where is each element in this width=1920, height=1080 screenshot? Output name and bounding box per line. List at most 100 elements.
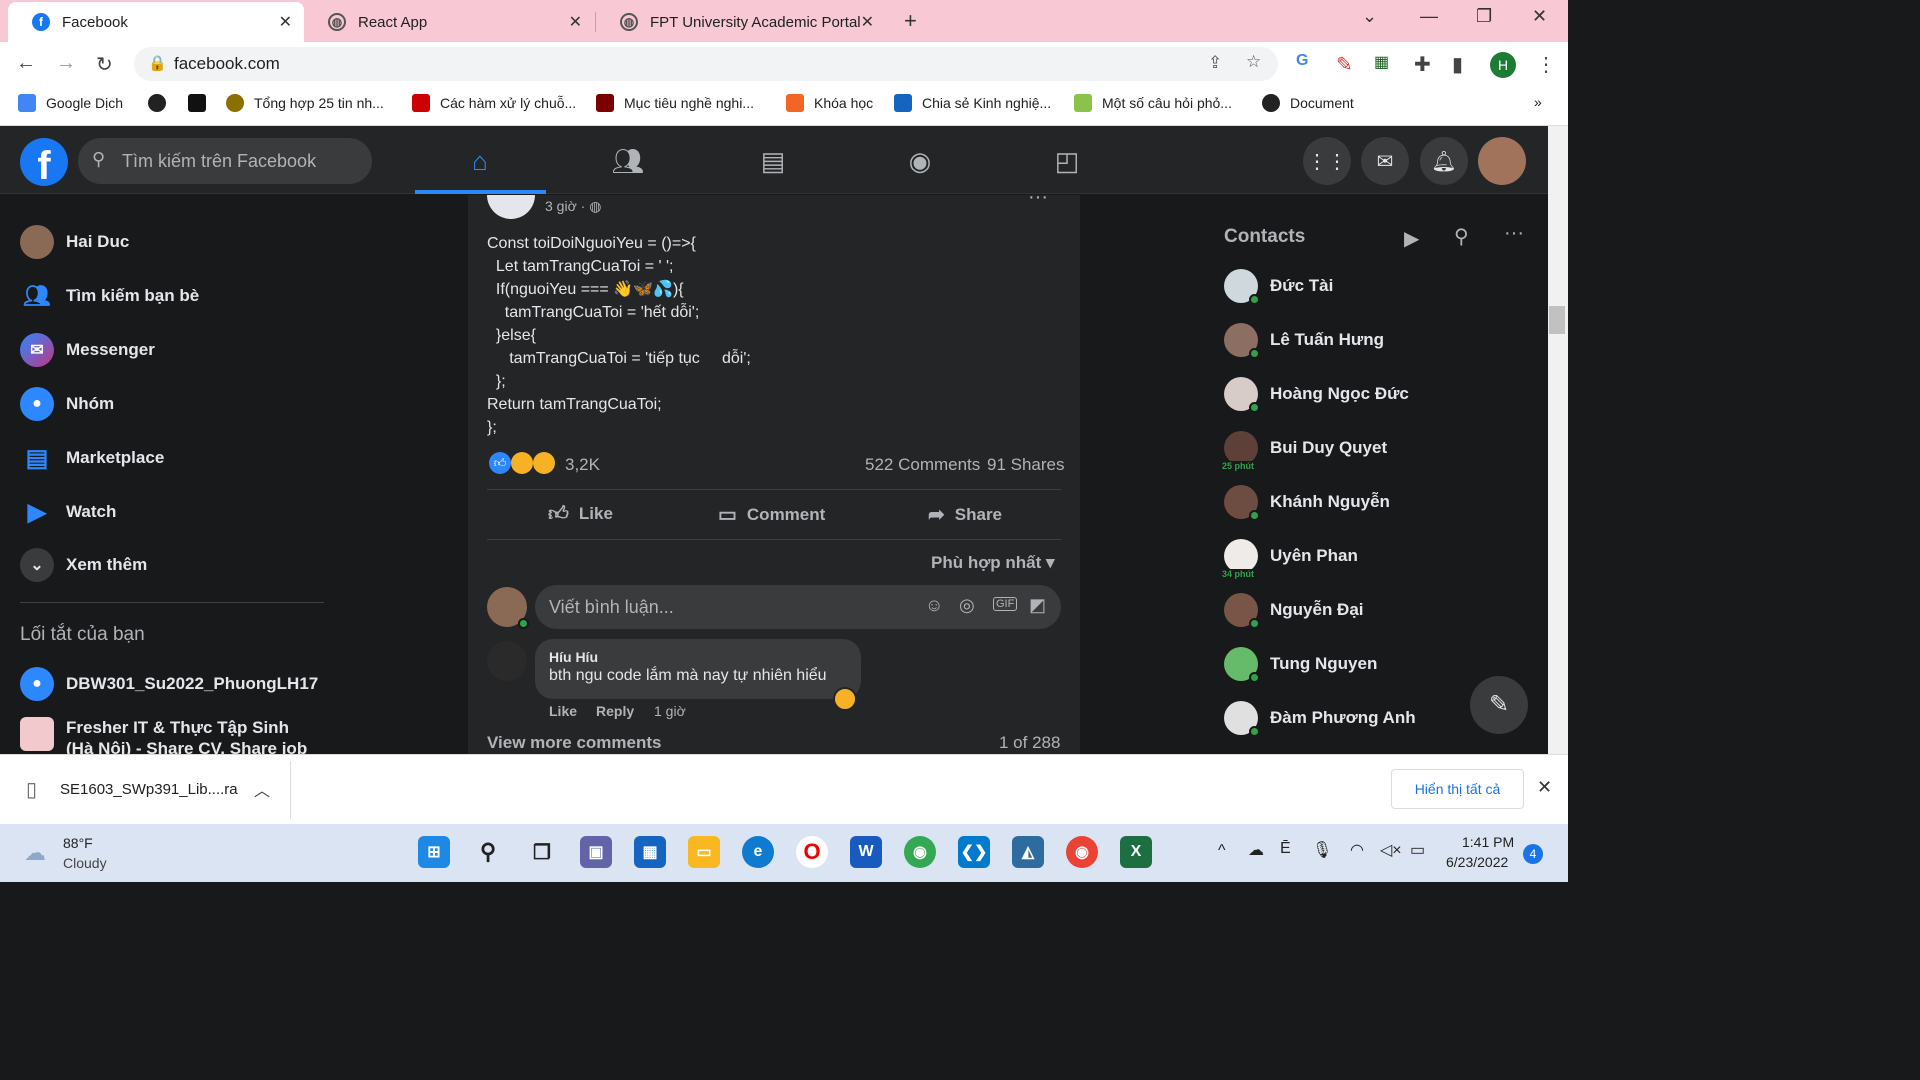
- search-icon[interactable]: ⚲: [1454, 224, 1469, 249]
- opera-icon[interactable]: O: [796, 836, 828, 868]
- show-all-downloads-button[interactable]: Hiển thị tất cả: [1391, 769, 1524, 809]
- microphone-icon[interactable]: 🎙︎: [1312, 840, 1332, 860]
- tab-search-icon[interactable]: ⌄: [1362, 6, 1377, 27]
- task-view-icon[interactable]: ❐: [526, 836, 558, 868]
- new-tab-icon[interactable]: +: [904, 8, 917, 34]
- nav-friends-icon[interactable]: 👥︎: [568, 135, 688, 187]
- store-icon[interactable]: ▦: [634, 836, 666, 868]
- scrollbar-thumb[interactable]: [1549, 306, 1565, 334]
- windows-start-icon[interactable]: ⊞: [418, 836, 450, 868]
- contact-item[interactable]: 25 phút Bui Duy Quyet: [1222, 431, 1387, 471]
- file-explorer-icon[interactable]: ▭: [688, 836, 720, 868]
- input-icon[interactable]: Ē: [1280, 840, 1291, 858]
- like-button[interactable]: 👍︎ Like: [548, 502, 613, 526]
- clock-time[interactable]: 1:41 PM: [1462, 834, 1514, 850]
- nav-marketplace-icon[interactable]: ▤: [713, 135, 833, 187]
- notifications-bell-icon[interactable]: 🔔︎: [1420, 137, 1468, 185]
- tab-fpt-portal[interactable]: ◍ FPT University Academic Portal ✕: [596, 2, 886, 42]
- chevron-up-icon[interactable]: ^: [1218, 842, 1226, 860]
- extension-icon[interactable]: ▦: [1374, 52, 1389, 72]
- commenter-avatar[interactable]: [487, 641, 527, 681]
- comment-input[interactable]: Viết bình luận... ☺ ◎ GIF ◩: [535, 585, 1061, 629]
- facebook-search-input[interactable]: ⚲ Tìm kiếm trên Facebook: [78, 138, 372, 184]
- comment-reply-link[interactable]: Reply: [596, 703, 634, 719]
- side-panel-icon[interactable]: ▮: [1452, 52, 1463, 77]
- puzzle-icon[interactable]: ✚: [1414, 52, 1431, 77]
- onedrive-icon[interactable]: ☁: [1248, 840, 1264, 860]
- clock-date[interactable]: 6/23/2022: [1446, 854, 1508, 870]
- download-file-name[interactable]: SE1603_SWp391_Lib....ra: [60, 781, 238, 798]
- haha-reaction-icon[interactable]: [833, 687, 857, 711]
- chrome-icon[interactable]: ◉: [904, 836, 936, 868]
- back-icon[interactable]: ←: [16, 52, 36, 75]
- close-window-icon[interactable]: ✕: [1532, 6, 1547, 27]
- bookmark-item[interactable]: Các hàm xử lý chuỗ...: [412, 94, 576, 112]
- color-picker-extension-icon[interactable]: ✎: [1336, 52, 1353, 77]
- post-options-icon[interactable]: ···: [1028, 186, 1048, 209]
- sidebar-item-watch[interactable]: ▶ Watch: [20, 495, 117, 529]
- share-icon[interactable]: ⇪: [1208, 53, 1222, 73]
- comment-like-link[interactable]: Like: [549, 703, 577, 719]
- menu-grid-icon[interactable]: ⋮⋮: [1303, 137, 1351, 185]
- view-more-comments-link[interactable]: View more comments: [487, 733, 661, 753]
- contact-item[interactable]: Đàm Phương Anh: [1224, 701, 1416, 737]
- volume-muted-icon[interactable]: ◁×: [1380, 840, 1402, 860]
- shortcut-item[interactable]: ● DBW301_Su2022_PhuongLH17: [20, 667, 318, 701]
- sticker-icon[interactable]: ◩: [1029, 595, 1046, 616]
- address-bar[interactable]: 🔒 facebook.com ⇪ ☆: [134, 47, 1278, 81]
- sidebar-item-messenger[interactable]: ✉ Messenger: [20, 333, 155, 367]
- gif-icon[interactable]: GIF: [993, 597, 1018, 611]
- bookmark-item[interactable]: Tổng hợp 25 tin nh...: [226, 94, 384, 112]
- bookmark-star-icon[interactable]: ☆: [1246, 52, 1261, 72]
- reaction-icons[interactable]: 👍︎: [489, 452, 555, 474]
- weather-condition[interactable]: Cloudy: [63, 855, 107, 871]
- sidebar-item-marketplace[interactable]: ▤ Marketplace: [20, 441, 165, 475]
- contact-item[interactable]: Đức Tài: [1224, 269, 1333, 305]
- contact-item[interactable]: 34 phút Uyên Phan: [1222, 539, 1358, 579]
- comment-count[interactable]: 522 Comments: [865, 455, 980, 475]
- edge-icon[interactable]: e: [742, 836, 774, 868]
- new-message-icon[interactable]: ✎: [1470, 676, 1528, 734]
- contact-item[interactable]: Hoàng Ngọc Đức: [1224, 377, 1409, 413]
- camera-icon[interactable]: ◎: [959, 595, 975, 616]
- bookmark-item[interactable]: Một số câu hỏi phỏ...: [1074, 94, 1232, 112]
- word-icon[interactable]: W: [850, 836, 882, 868]
- contact-item[interactable]: Nguyễn Đại: [1224, 593, 1364, 629]
- nav-gaming-icon[interactable]: ◰: [1007, 135, 1127, 187]
- tab-facebook[interactable]: f Facebook ✕: [8, 2, 304, 42]
- video-call-icon[interactable]: ▶: [1404, 226, 1419, 251]
- close-tab-icon[interactable]: ✕: [279, 12, 292, 32]
- sidebar-item-see-more[interactable]: ⌄ Xem thêm: [20, 548, 147, 582]
- bookmark-item[interactable]: Google Dịch: [18, 94, 123, 112]
- excel-icon[interactable]: X: [1120, 836, 1152, 868]
- comment-sort-dropdown[interactable]: Phù hợp nhất ▾: [931, 553, 1055, 573]
- wifi-icon[interactable]: ◠: [1350, 840, 1364, 860]
- account-avatar[interactable]: [1478, 137, 1526, 185]
- bookmark-item[interactable]: Document: [1262, 94, 1354, 112]
- bookmarks-more-icon[interactable]: »: [1534, 94, 1542, 110]
- translate-extension-icon[interactable]: G: [1296, 52, 1308, 70]
- bookmark-item[interactable]: Mục tiêu nghề nghi...: [596, 94, 754, 112]
- minimize-icon[interactable]: —: [1420, 6, 1438, 27]
- restore-icon[interactable]: ❐: [1476, 6, 1492, 27]
- messenger-icon[interactable]: ✉: [1361, 137, 1409, 185]
- chrome-profile-icon[interactable]: ◉: [1066, 836, 1098, 868]
- reload-icon[interactable]: ↻: [96, 52, 113, 77]
- close-tab-icon[interactable]: ✕: [861, 12, 874, 32]
- battery-icon[interactable]: ▭: [1410, 840, 1425, 860]
- contact-item[interactable]: Tung Nguyen: [1224, 647, 1377, 683]
- comment-author[interactable]: Híu Híu: [549, 649, 847, 665]
- teams-chat-icon[interactable]: ▣: [580, 836, 612, 868]
- comment-button[interactable]: ▭ Comment: [718, 502, 825, 527]
- more-options-icon[interactable]: ···: [1504, 222, 1524, 245]
- shortcut-item[interactable]: Fresher IT & Thực Tập Sinh (Hà Nội) - Sh…: [20, 717, 316, 754]
- close-tab-icon[interactable]: ✕: [569, 12, 582, 32]
- page-scrollbar[interactable]: [1548, 126, 1568, 754]
- chevron-up-icon[interactable]: ︿: [254, 777, 270, 801]
- menu-icon[interactable]: ⋮: [1536, 52, 1556, 77]
- search-icon[interactable]: ⚲: [472, 836, 504, 868]
- forward-icon[interactable]: →: [56, 52, 76, 75]
- nav-home-icon[interactable]: ⌂: [420, 135, 540, 187]
- tab-react-app[interactable]: ◍ React App ✕: [304, 2, 594, 42]
- notification-badge[interactable]: 4: [1523, 844, 1543, 864]
